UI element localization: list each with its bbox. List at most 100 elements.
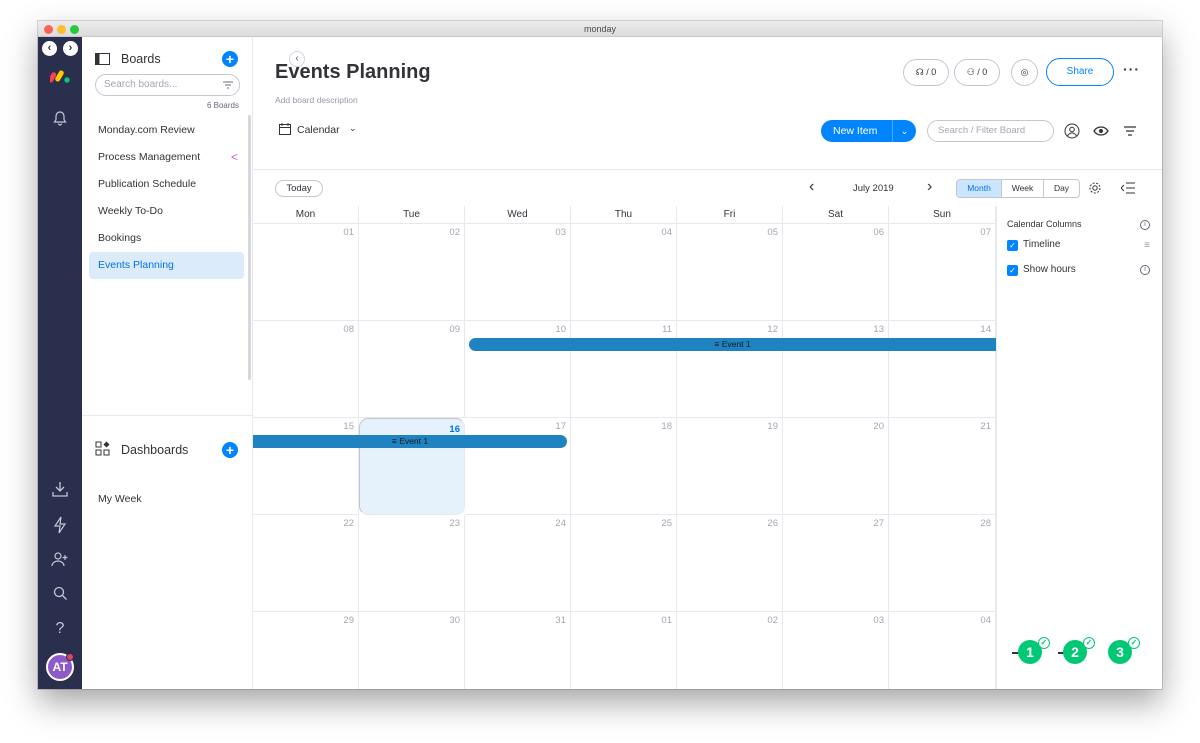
board-description[interactable]: Add board description <box>275 95 358 105</box>
forward-button[interactable]: › <box>63 41 78 56</box>
calendar-day[interactable]: 28 <box>889 515 996 612</box>
search-filter-input[interactable]: Search / Filter Board <box>927 120 1054 142</box>
board-item-monday-review[interactable]: Monday.com Review <box>89 117 244 144</box>
day-number: 05 <box>767 227 778 238</box>
add-dashboard-button[interactable]: + <box>222 442 238 458</box>
page-title[interactable]: Events Planning <box>275 61 431 84</box>
calendar-day[interactable]: 19 <box>677 418 783 515</box>
board-item-publication-schedule[interactable]: Publication Schedule <box>89 171 244 198</box>
calendar-day[interactable]: 04 <box>571 224 677 321</box>
calendar-day[interactable]: 12 <box>677 321 783 418</box>
invite-user-icon[interactable] <box>49 548 71 570</box>
calendar-day[interactable]: 22 <box>253 515 359 612</box>
calendar-day[interactable]: 11 <box>571 321 677 418</box>
calendar-day[interactable]: 03 <box>465 224 571 321</box>
calendar-day[interactable]: 07 <box>889 224 996 321</box>
calendar-day[interactable]: 29 <box>253 612 359 689</box>
new-item-button[interactable]: New Item ⌄ <box>821 120 916 142</box>
person-filter-icon[interactable] <box>1064 123 1080 139</box>
step-3[interactable]: 3 ✓ <box>1108 637 1140 664</box>
calendar-day[interactable]: 31 <box>465 612 571 689</box>
info-icon[interactable]: i <box>1140 220 1150 230</box>
calendar-day-today[interactable]: 16 <box>359 418 465 515</box>
prev-month-icon[interactable]: ‹ <box>809 178 814 196</box>
calendar-day[interactable]: 09 <box>359 321 465 418</box>
timeline-checkbox[interactable]: ✓ <box>1007 240 1018 251</box>
calendar-event[interactable]: ≡ Event 1 <box>253 435 567 448</box>
board-item-label: Publication Schedule <box>98 178 197 190</box>
day-number: 02 <box>767 615 778 626</box>
calendar-day[interactable]: 18 <box>571 418 677 515</box>
day-number: 26 <box>767 518 778 529</box>
settings-gear-icon[interactable] <box>1088 181 1102 195</box>
bell-icon[interactable] <box>49 107 71 129</box>
calendar-day[interactable]: 27 <box>783 515 889 612</box>
dashboards-label: Dashboards <box>121 443 189 457</box>
activity-button-2[interactable]: ⚇ / 0 <box>954 59 1000 86</box>
eye-icon[interactable] <box>1093 123 1109 139</box>
download-icon[interactable] <box>49 478 71 500</box>
calendar-day[interactable]: 01 <box>571 612 677 689</box>
view-month-button[interactable]: Month <box>957 180 1002 197</box>
day-number: 03 <box>555 227 566 238</box>
drag-handle-icon[interactable]: ≡ <box>1144 240 1150 251</box>
board-search-input[interactable]: Search boards... <box>95 74 240 96</box>
calendar-event[interactable]: ≡ Event 1 <box>469 338 996 351</box>
calendar-day[interactable]: 23 <box>359 515 465 612</box>
step-2[interactable]: 2 ✓ <box>1063 637 1095 664</box>
weekday-header: Fri <box>677 206 783 224</box>
timeline-option[interactable]: ✓ Timeline <box>1007 239 1060 251</box>
show-hours-option[interactable]: ✓ Show hours <box>1007 264 1076 276</box>
activity-button-1[interactable]: ☊ / 0 <box>903 59 949 86</box>
calendar-day[interactable]: 05 <box>677 224 783 321</box>
board-item-process-management[interactable]: Process Management < <box>89 144 244 171</box>
calendar-day[interactable]: 13 <box>783 321 889 418</box>
calendar-day[interactable]: 20 <box>783 418 889 515</box>
avatar[interactable]: AT <box>46 653 74 681</box>
add-board-button[interactable]: + <box>222 51 238 67</box>
calendar-day[interactable]: 15 <box>253 418 359 515</box>
calendar-day[interactable]: 30 <box>359 612 465 689</box>
collapse-panel-icon[interactable] <box>1121 182 1135 194</box>
board-item-events-planning[interactable]: Events Planning <box>89 252 244 279</box>
lightning-icon[interactable] <box>49 514 71 536</box>
calendar-day[interactable]: 06 <box>783 224 889 321</box>
filter-icon[interactable] <box>1122 123 1138 139</box>
calendar-day[interactable]: 02 <box>677 612 783 689</box>
step-1[interactable]: 1 ✓ <box>1018 637 1050 664</box>
calendar-day[interactable]: 02 <box>359 224 465 321</box>
show-hours-checkbox[interactable]: ✓ <box>1007 265 1018 276</box>
calendar-day[interactable]: 25 <box>571 515 677 612</box>
calendar-day[interactable]: 03 <box>783 612 889 689</box>
calendar-day[interactable]: 24 <box>465 515 571 612</box>
close-window-button[interactable] <box>44 25 53 34</box>
calendar-day[interactable]: 26 <box>677 515 783 612</box>
view-toggle: Month Week Day <box>956 179 1080 198</box>
maximize-window-button[interactable] <box>70 25 79 34</box>
filter-icon[interactable] <box>223 81 233 89</box>
calendar-day[interactable]: 08 <box>253 321 359 418</box>
search-icon[interactable] <box>49 582 71 604</box>
calendar-day[interactable]: 01 <box>253 224 359 321</box>
sidebar-scrollbar[interactable] <box>248 115 251 380</box>
calendar-day[interactable]: 10 <box>465 321 571 418</box>
calendar-day[interactable]: 17 <box>465 418 571 515</box>
next-month-icon[interactable]: › <box>927 178 932 196</box>
today-button[interactable]: Today <box>275 180 323 197</box>
dashboard-item-my-week[interactable]: My Week <box>98 493 142 505</box>
monday-logo-icon[interactable] <box>50 69 70 83</box>
back-button[interactable]: ‹ <box>42 41 57 56</box>
info-icon[interactable]: i <box>1140 265 1150 275</box>
new-item-dropdown-icon[interactable]: ⌄ <box>892 120 916 142</box>
share-button[interactable]: Share <box>1046 58 1114 86</box>
activity-log-button[interactable]: ◎ <box>1011 59 1038 86</box>
more-options-icon[interactable]: ··· <box>1123 61 1140 77</box>
view-day-button[interactable]: Day <box>1044 180 1079 197</box>
calendar-day[interactable]: 14 <box>889 321 996 418</box>
minimize-window-button[interactable] <box>57 25 66 34</box>
view-week-button[interactable]: Week <box>1002 180 1044 197</box>
help-icon[interactable]: ? <box>49 618 71 640</box>
board-item-weekly-todo[interactable]: Weekly To-Do <box>89 198 244 225</box>
board-item-bookings[interactable]: Bookings <box>89 225 244 252</box>
calendar-day[interactable]: 21 <box>889 418 996 515</box>
